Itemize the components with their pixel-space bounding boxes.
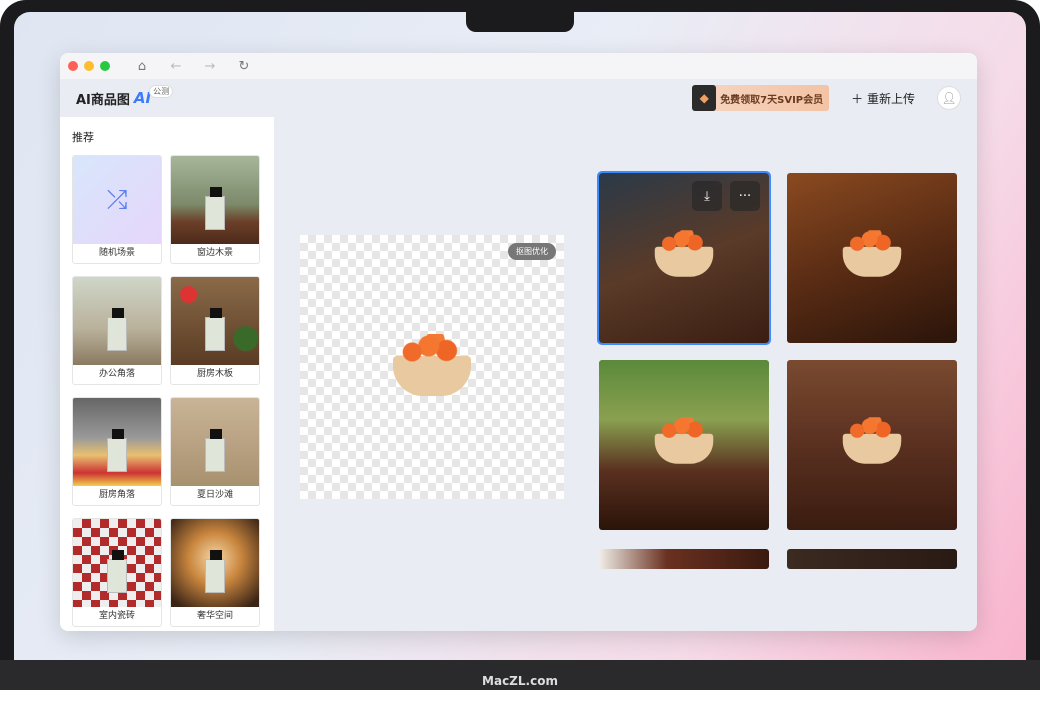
result-image-6[interactable] [787,549,957,569]
laptop-base: MacZL.com [0,660,1040,690]
vip-promo-button[interactable]: ◆ 免费领取7天SVIP会员 [692,85,830,111]
scene-card[interactable]: 办公角落 [72,276,162,385]
scene-card[interactable]: 夏日沙滩 [170,397,260,506]
scene-label: 随机场景 [98,248,135,258]
scene-label: 夏日沙滩 [196,490,233,500]
scene-thumbnail [73,277,161,365]
vip-label: 免费领取7天SVIP会员 [720,94,824,106]
plus-icon: ＋ [851,91,864,106]
scene-label: 室内瓷砖 [98,611,135,621]
shuffle-icon: ⤮ [73,156,161,244]
result-image-2[interactable] [787,173,957,343]
camera-notch [466,12,574,32]
scene-card[interactable]: 奢华空间 [170,518,260,627]
scene-sidebar: 推荐 ⤮ 随机场景 窗边木景 办公角落 厨房木板 厨房角落 夏日沙滩 室内瓷砖 奢… [60,117,274,631]
scene-thumbnail [73,398,161,486]
brand-label: MacZL.com [482,674,558,688]
scene-card[interactable]: 厨房角落 [72,397,162,506]
scene-card[interactable]: 厨房木板 [170,276,260,385]
close-button[interactable] [68,61,78,71]
scene-label: 厨房木板 [196,369,233,379]
beta-badge: 公测 [149,84,174,98]
scene-thumbnail [171,398,259,486]
download-icon[interactable]: ⤓ [692,181,722,211]
app-window: ⌂ ← → ↻ AI商品图 AI 公测 ◆ 免费领取7天SVIP会员 ＋ 重新上… [60,53,977,631]
result-image-3[interactable] [599,360,769,530]
diamond-icon: ◆ [692,85,717,111]
home-icon[interactable]: ⌂ [134,59,150,74]
title-bar: ⌂ ← → ↻ [60,53,977,79]
reupload-button[interactable]: ＋ 重新上传 [851,90,915,107]
scene-thumbnail [171,519,259,607]
scene-label: 厨房角落 [98,490,135,500]
scene-label: 奢华空间 [196,611,233,621]
minimize-button[interactable] [84,61,94,71]
scene-card-random[interactable]: ⤮ 随机场景 [72,155,162,264]
app-header: AI商品图 AI 公测 ◆ 免费领取7天SVIP会员 ＋ 重新上传 👤︎ [60,79,977,117]
result-image-4[interactable] [787,360,957,530]
more-icon[interactable]: ··· [730,181,760,211]
user-icon: 👤︎ [941,91,957,105]
scene-thumbnail [171,277,259,365]
sidebar-title: 推荐 [72,131,94,144]
back-icon[interactable]: ← [168,59,184,74]
workspace: 抠图优化 ⤓ ··· [274,117,977,631]
scene-thumbnail [171,156,259,244]
cutout-preview: 抠图优化 [300,235,564,499]
reupload-label: 重新上传 [866,91,915,106]
forward-icon[interactable]: → [202,59,218,74]
scene-label: 窗边木景 [196,248,233,258]
user-avatar[interactable]: 👤︎ [937,86,961,110]
optimize-cutout-button[interactable]: 抠图优化 [508,243,556,260]
refresh-icon[interactable]: ↻ [236,59,252,74]
product-image [393,334,471,396]
scene-card[interactable]: 室内瓷砖 [72,518,162,627]
app-title: AI商品图 [76,92,130,108]
maximize-button[interactable] [100,61,110,71]
scene-card[interactable]: 窗边木景 [170,155,260,264]
result-image-5[interactable] [599,549,769,569]
scene-thumbnail [73,519,161,607]
result-image-1[interactable]: ⤓ ··· [597,171,771,345]
scene-label: 办公角落 [98,369,135,379]
